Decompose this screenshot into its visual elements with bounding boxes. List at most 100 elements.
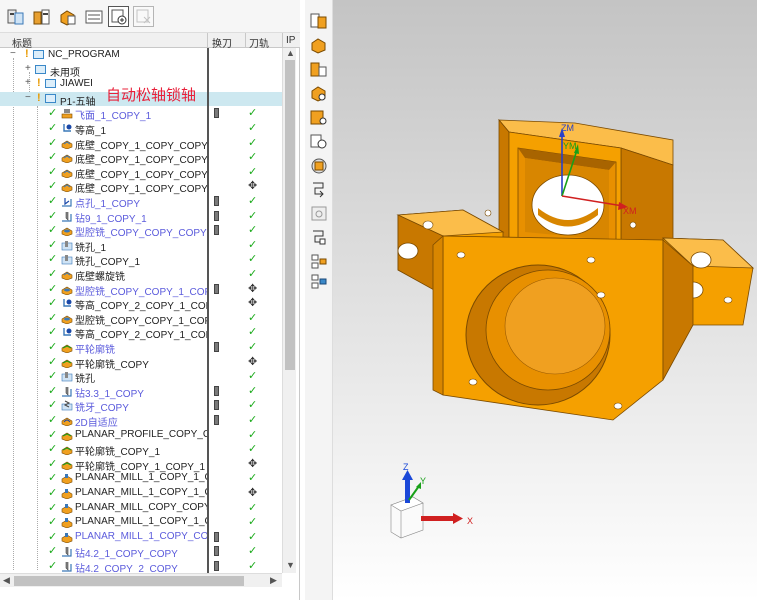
- toolpath-ok-icon: ✓: [248, 224, 258, 237]
- operation-row[interactable]: ✓ PLANAR_MILL_1_COPY_1_CO... ✥: [0, 486, 282, 501]
- part-model[interactable]: [396, 118, 755, 421]
- operation-row[interactable]: ✓ 型腔铣_COPY_COPY_COPY ✓: [0, 223, 282, 239]
- program-order-view-icon[interactable]: [309, 12, 329, 30]
- operation-row[interactable]: ✓ 铣孔 ✓: [0, 369, 282, 385]
- toolpath-ok-icon: ✓: [248, 238, 258, 251]
- expand-icon[interactable]: +: [25, 63, 31, 74]
- operation-row[interactable]: ✓ 飞面_1_COPY_1 ✓: [0, 106, 282, 122]
- program-order-view-button[interactable]: [5, 6, 26, 27]
- operation-row[interactable]: ✓ 2D自适应 ✓: [0, 413, 282, 429]
- operation-row[interactable]: ✓ 平轮廓铣_COPY_1 ✓: [0, 442, 282, 458]
- scroll-right-icon[interactable]: ▶: [270, 575, 277, 586]
- generate-toolpath-icon[interactable]: [309, 180, 329, 198]
- checkmark-icon: ✓: [48, 224, 58, 237]
- geometry-view-icon[interactable]: [309, 36, 329, 54]
- floor-wall-icon: [61, 181, 73, 193]
- machine-tool-view-icon[interactable]: [309, 60, 329, 78]
- method-view-icon: [85, 10, 102, 23]
- operation-row[interactable]: ✓ 平轮廓铣_COPY ✥: [0, 355, 282, 371]
- collapse-icon[interactable]: −: [10, 48, 16, 59]
- operation-row[interactable]: ✓ 铣牙_COPY ✓: [0, 398, 282, 414]
- operation-row[interactable]: ✓ PLANAR_MILL_COPY_COPY_1 ✓: [0, 501, 282, 516]
- triad-x-label: X: [467, 516, 473, 526]
- expand-icon[interactable]: +: [25, 77, 31, 88]
- toolpath-regenerate-icon: ✥: [248, 282, 258, 295]
- operation-row[interactable]: ✓ 铣孔_COPY_1 ✓: [0, 252, 282, 268]
- operation-row[interactable]: ✓底壁_COPY_1_COPY_COPY_1_...✥: [0, 179, 282, 195]
- operation-row[interactable]: ✓ PLANAR_MILL_1_COPY_COPY... ✓: [0, 530, 282, 545]
- delete-button[interactable]: [133, 6, 154, 27]
- operation-row[interactable]: ✓ 平轮廓铣 ✓: [0, 340, 282, 356]
- warning-icon: !: [37, 91, 41, 104]
- scroll-left-icon[interactable]: ◀: [3, 575, 10, 586]
- column-ip[interactable]: IP: [286, 35, 295, 46]
- horizontal-scroll-thumb[interactable]: [14, 576, 244, 586]
- toolpath-ok-icon: ✓: [248, 501, 258, 514]
- checkmark-icon: ✓: [48, 530, 58, 543]
- create-geometry-icon[interactable]: [309, 156, 329, 174]
- view-triad[interactable]: Z Y X: [390, 462, 473, 539]
- operation-row[interactable]: ✓底壁_COPY_1_COPY_COPY_1_...✓: [0, 165, 282, 181]
- toolpath-ok-icon: ✓: [248, 341, 258, 353]
- operation-row[interactable]: ✓ 平轮廓铣_COPY_1_COPY_1 ✥: [0, 457, 282, 473]
- toolpath-regenerate-icon: ✥: [248, 180, 258, 193]
- program-folder-icon: [45, 93, 56, 103]
- toolpath-ok-icon: ✓: [248, 399, 258, 412]
- operation-row[interactable]: ✓ PLANAR_PROFILE_COPY_COP... ✓: [0, 428, 282, 443]
- operation-row[interactable]: ✓ 钻3.3_1_COPY ✓: [0, 384, 282, 400]
- operation-row[interactable]: ✓ 钻4.2_COPY_2_COPY ✓: [0, 559, 282, 573]
- operation-row[interactable]: ✓ PLANAR_MILL_1_COPY_1_CO... ✓: [0, 471, 282, 486]
- toolpath-ok-icon: ✓: [248, 311, 258, 324]
- operation-row[interactable]: ✓ 点孔_1_COPY ✓: [0, 194, 282, 210]
- scroll-down-icon[interactable]: ▼: [286, 560, 295, 570]
- operation-row[interactable]: ✓ 底壁螺旋铣 ✓: [0, 267, 282, 283]
- toolpath-ok-icon: ✓: [248, 165, 258, 178]
- operation-row[interactable]: ✓ PLANAR_MILL_1_COPY_1_CO... ✓: [0, 515, 282, 530]
- operation-row[interactable]: ✓等高_COPY_2_COPY_1_COPY_...✥: [0, 296, 282, 312]
- tool-change-icon: [214, 400, 219, 411]
- tool-change-icon: [214, 210, 219, 221]
- operation-row[interactable]: ✓底壁_COPY_1_COPY_COPY_1_...✓: [0, 136, 282, 152]
- checkmark-icon: ✓: [48, 268, 58, 280]
- operation-tree: − ! NC_PROGRAM + 未用项 + ! JIAWEI − ! P1-五…: [0, 48, 282, 573]
- checkmark-icon: ✓: [48, 151, 58, 164]
- operation-row[interactable]: ✓型腔铣_COPY_COPY_1_COPY_...✥: [0, 282, 282, 298]
- graphics-viewport[interactable]: ZM YM XM Z Y X: [333, 0, 757, 600]
- create-operation-icon[interactable]: [309, 108, 329, 126]
- operation-navigator: 标题 换刀 刀轨 IP − ! NC_PROGRAM + 未用项 + ! JIA…: [0, 0, 300, 600]
- checkmark-icon: ✓: [48, 501, 58, 514]
- tree-node-root[interactable]: − ! NC_PROGRAM: [0, 48, 282, 63]
- create-program-button[interactable]: [108, 6, 129, 27]
- operation-row[interactable]: ✓ 等高_1 ✓: [0, 121, 282, 137]
- vertical-scroll-thumb[interactable]: [285, 60, 295, 370]
- list-output-icon[interactable]: [309, 272, 329, 290]
- toolpath-ok-icon: ✓: [248, 516, 258, 529]
- scroll-up-icon[interactable]: ▲: [286, 48, 295, 58]
- method-view-icon[interactable]: [309, 84, 329, 102]
- shop-doc-icon[interactable]: [309, 252, 329, 270]
- post-process-icon[interactable]: [309, 228, 329, 246]
- column-divider[interactable]: [207, 48, 209, 573]
- replay-toolpath-icon[interactable]: [309, 204, 329, 222]
- collapse-icon[interactable]: −: [25, 92, 31, 103]
- operation-row[interactable]: ✓等高_COPY_2_COPY_1_COPY_...✓: [0, 325, 282, 341]
- planar-profile-icon: [61, 444, 73, 456]
- checkmark-icon: ✓: [48, 384, 58, 397]
- create-tool-icon[interactable]: [309, 132, 329, 150]
- operation-row[interactable]: ✓型腔铣_COPY_COPY_1_COPY_1✓: [0, 311, 282, 327]
- operation-row[interactable]: ✓ 钻4.2_1_COPY_COPY ✓: [0, 544, 282, 560]
- tree-node-unused[interactable]: + 未用项: [0, 63, 282, 79]
- operation-row[interactable]: ✓底壁_COPY_1_COPY_COPY_1_...✓: [0, 150, 282, 166]
- machine-tool-view-button[interactable]: [31, 6, 52, 27]
- geometry-view-button[interactable]: [57, 6, 78, 27]
- operation-row[interactable]: ✓ 铣孔_1 ✓: [0, 238, 282, 254]
- checkmark-icon: ✓: [48, 136, 58, 149]
- operation-row[interactable]: ✓ 钻9_1_COPY_1 ✓: [0, 209, 282, 225]
- horizontal-scrollbar[interactable]: ◀ ▶: [0, 573, 282, 587]
- toolpath-ok-icon: ✓: [248, 560, 258, 572]
- hole-mill-icon: [61, 240, 73, 251]
- column-header: 标题 换刀 刀轨 IP: [0, 33, 300, 50]
- vertical-scrollbar[interactable]: ▲ ▼: [282, 48, 296, 573]
- checkmark-icon: ✓: [48, 165, 58, 178]
- method-view-button[interactable]: [83, 6, 104, 27]
